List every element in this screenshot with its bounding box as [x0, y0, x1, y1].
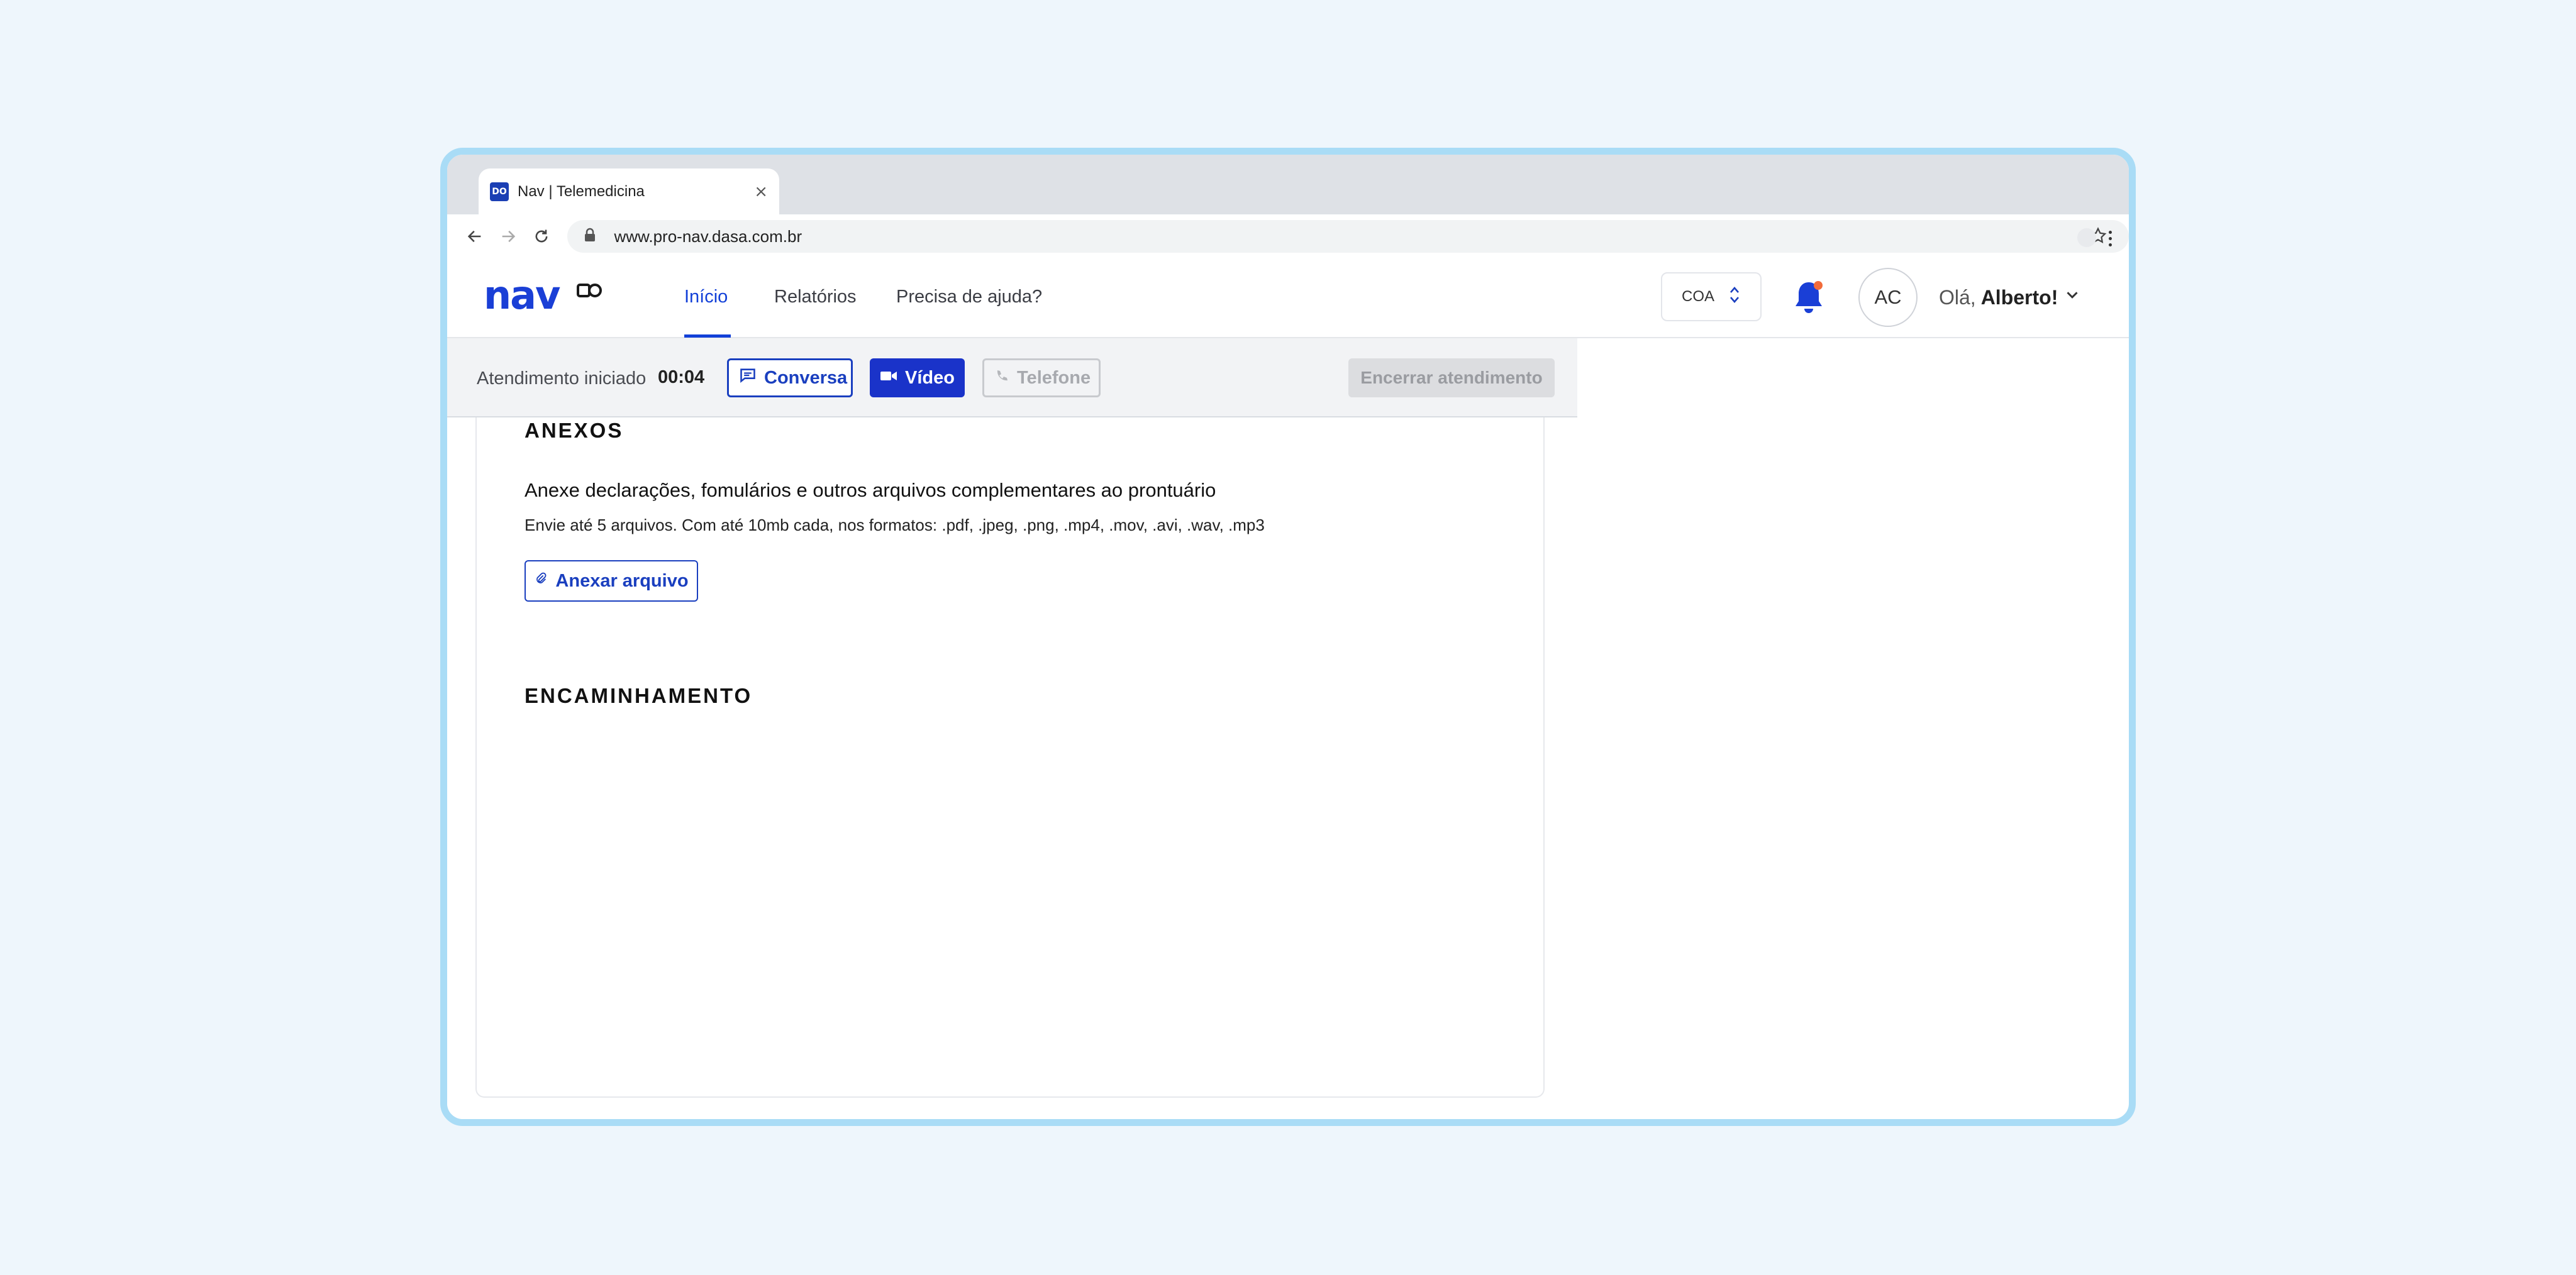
reload-icon[interactable]	[528, 223, 555, 250]
session-status-label: Atendimento iniciado	[477, 368, 647, 389]
chat-button-label: Conversa	[764, 367, 848, 388]
session-timer: 00:04	[658, 367, 705, 387]
video-camera-icon	[880, 368, 897, 389]
unit-selector-label: COA	[1681, 288, 1714, 305]
attachments-hint: Envie até 5 arquivos. Com até 10mb cada,…	[525, 516, 1265, 534]
browser-tab[interactable]: DO Nav | Telemedicina ×	[479, 168, 779, 214]
greeting-name: Alberto!	[1980, 285, 2058, 309]
unit-selector[interactable]: COA	[1661, 272, 1762, 321]
avatar[interactable]: AC	[1858, 268, 1918, 327]
address-bar[interactable]: www.pro-nav.dasa.com.br	[567, 220, 2129, 253]
nav-logo[interactable]: nav	[484, 272, 609, 318]
phone-button[interactable]: Telefone	[982, 358, 1101, 397]
nav-inicio[interactable]: Início	[684, 287, 728, 307]
attachments-heading: ANEXOS	[525, 419, 624, 442]
user-menu[interactable]: Olá, Alberto!	[1939, 285, 2082, 309]
greeting-prefix: Olá,	[1939, 285, 1976, 309]
forward-icon[interactable]	[494, 223, 521, 250]
browser-window: DO Nav | Telemedicina × www.pro-nav.dasa…	[440, 148, 2136, 1126]
attach-file-label: Anexar arquivo	[555, 570, 689, 591]
chat-icon	[739, 367, 757, 389]
nav-relatorios[interactable]: Relatórios	[774, 287, 857, 307]
bell-icon[interactable]	[1789, 277, 1829, 321]
attach-file-button[interactable]: Anexar arquivo	[525, 560, 698, 602]
chat-button[interactable]: Conversa	[727, 358, 853, 397]
chevron-updown-icon	[1728, 284, 1741, 311]
phone-icon	[994, 368, 1009, 389]
phone-button-label: Telefone	[1017, 367, 1091, 388]
record-panel: ANEXOS Anexe declarações, fomulários e o…	[475, 417, 1545, 1098]
chevron-down-icon	[2063, 285, 2082, 309]
attachments-description: Anexe declarações, fomulários e outros a…	[525, 479, 1216, 501]
logo-text: nav	[484, 277, 560, 315]
app-header: nav Início Relatórios Precisa de ajuda? …	[447, 258, 2129, 338]
lock-icon	[584, 228, 596, 246]
tab-strip: DO Nav | Telemedicina ×	[447, 155, 2129, 214]
session-bar: Atendimento iniciado 00:04 Conversa Víde…	[447, 338, 1577, 417]
favicon-icon: DO	[490, 182, 509, 201]
video-button[interactable]: Vídeo	[870, 358, 965, 397]
browser-menu-icon[interactable]	[2104, 226, 2116, 251]
content-area: ANEXOS Anexe declarações, fomulários e o…	[447, 417, 1577, 1119]
browser-toolbar: www.pro-nav.dasa.com.br	[447, 214, 2129, 258]
end-service-button[interactable]: Encerrar atendimento	[1348, 358, 1555, 397]
tab-title: Nav | Telemedicina	[518, 182, 645, 200]
url-text: www.pro-nav.dasa.com.br	[614, 226, 802, 246]
nav-precisa-de-ajuda[interactable]: Precisa de ajuda?	[896, 287, 1042, 307]
paperclip-icon	[534, 570, 548, 592]
active-nav-indicator	[684, 334, 731, 338]
video-button-label: Vídeo	[905, 367, 955, 388]
referral-heading: ENCAMINHAMENTO	[525, 684, 753, 707]
profile-icon[interactable]	[2077, 228, 2096, 247]
back-icon[interactable]	[461, 223, 488, 250]
close-icon[interactable]: ×	[754, 182, 768, 201]
